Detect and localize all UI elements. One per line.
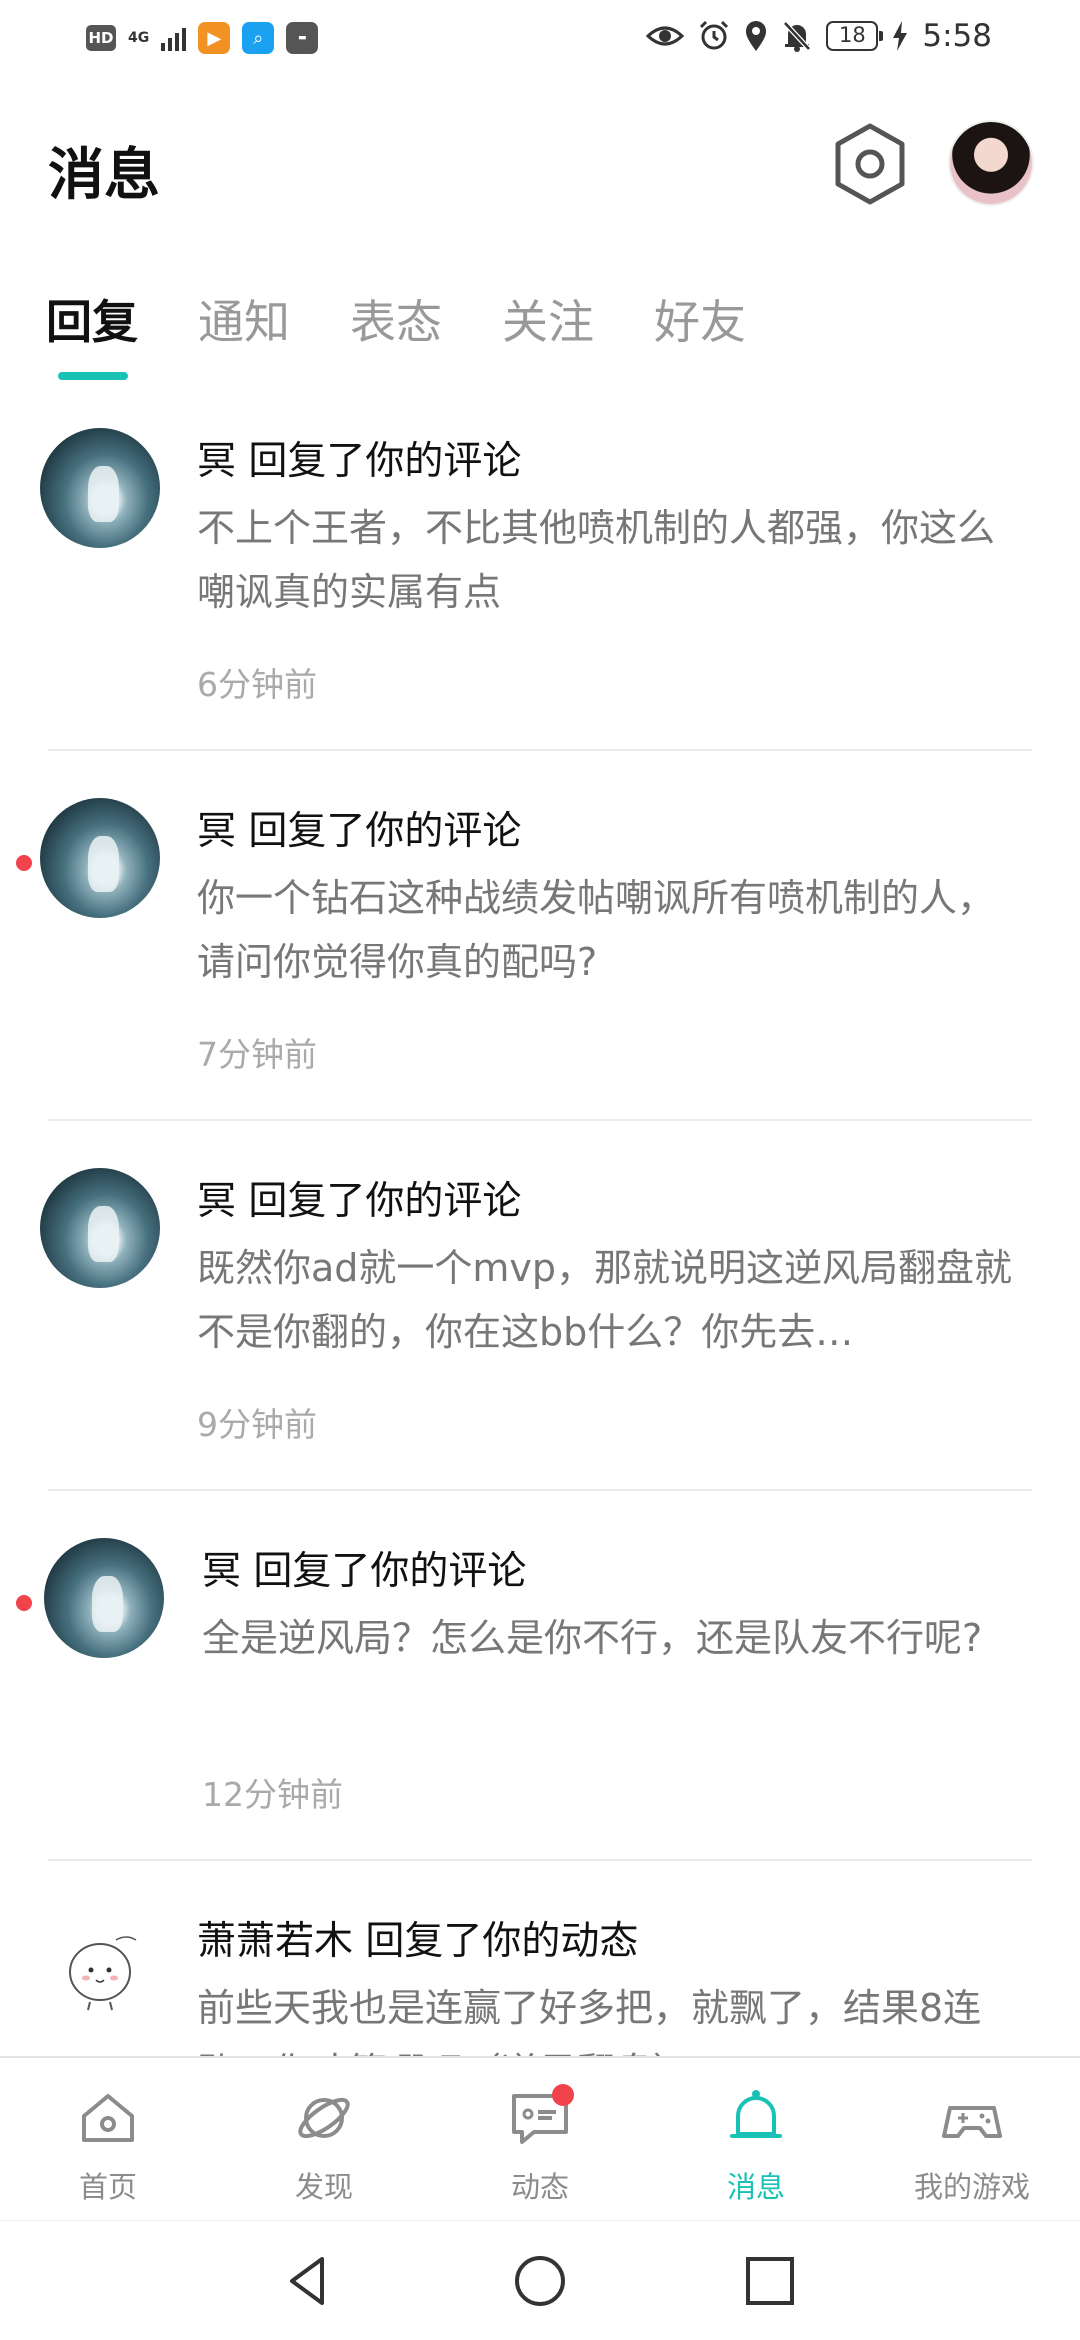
list-item[interactable]: 冥 回复了你的评论 全是逆风局？怎么是你不行，还是队友不行呢? 12分钟前	[0, 1510, 1080, 1880]
feed-badge	[552, 2084, 574, 2106]
message-body: 你一个钻石这种战绩发帖嘲讽所有喷机制的人，请问你觉得你真的配吗?	[197, 876, 996, 984]
recents-icon[interactable]	[740, 2251, 800, 2311]
divider	[48, 1119, 1032, 1121]
tab-friends[interactable]: 好友	[654, 286, 746, 352]
active-tab-indicator	[58, 372, 128, 380]
home-button-icon[interactable]	[510, 2251, 570, 2311]
home-icon	[82, 2094, 134, 2142]
message-header: 冥 回复了你的评论	[197, 439, 522, 484]
status-bar: HD 4G ▶ ⌕ ▬ 18 5:58	[0, 0, 1080, 84]
bottom-nav: 首页 发现 动态 消息 我的游戏	[0, 2056, 1080, 2220]
message-body: 前些天我也是连赢了好多把，就飘了，结果8连败，你才算哪吧（逆风翻盘）	[197, 1986, 982, 2056]
alarm-icon	[700, 20, 729, 50]
message-header: 冥 回复了你的评论	[197, 809, 522, 854]
battery-indicator: 18	[826, 21, 884, 51]
list-item[interactable]: 冥 回复了你的评论 你一个钻石这种战绩发帖嘲讽所有喷机制的人，请问你觉得你真的配…	[0, 770, 1080, 1140]
gamepad-icon	[942, 2106, 1002, 2138]
eye-icon	[646, 26, 685, 46]
status-right: 18 5:58	[646, 18, 992, 54]
nav-my-games-label: 我的游戏	[913, 2170, 1030, 2204]
system-nav-bar	[0, 2220, 1080, 2340]
unread-dot	[16, 1595, 32, 1611]
page-title: 消息	[48, 143, 160, 208]
nav-my-games[interactable]: 我的游戏	[864, 2058, 1080, 2220]
search-app-icon: ⌕	[242, 22, 275, 54]
planet-icon	[298, 2097, 350, 2139]
avatar[interactable]	[40, 798, 160, 918]
message-body: 既然你ad就一个mvp，那就说明这逆风局翻盘就不是你翻的，你在这bb什么？你先去…	[197, 1246, 1013, 1354]
avatar[interactable]	[44, 1538, 164, 1658]
nav-home[interactable]: 首页	[0, 2058, 216, 2220]
message-tabs: 回复 通知 表态 关注 好友	[46, 286, 806, 352]
back-icon[interactable]	[278, 2251, 338, 2311]
nav-messages[interactable]: 消息	[648, 2058, 864, 2220]
nav-discover[interactable]: 发现	[216, 2058, 432, 2220]
message-time: 12分钟前	[202, 1775, 343, 1814]
user-avatar[interactable]	[950, 122, 1032, 204]
list-item[interactable]: 萧萧若木 回复了你的动态 前些天我也是连赢了好多把，就飘了，结果8连败，你才算哪…	[0, 1880, 1080, 2056]
unread-dot	[16, 855, 32, 871]
cartoon-avatar[interactable]	[56, 1920, 148, 2012]
list-item[interactable]: 冥 回复了你的评论 不上个王者，不比其他喷机制的人都强，你这么嘲讽真的实属有点 …	[0, 400, 1080, 770]
tab-notifications[interactable]: 通知	[198, 286, 290, 352]
message-header: 冥 回复了你的评论	[197, 1179, 522, 1224]
nav-feed[interactable]: 动态	[432, 2058, 648, 2220]
message-body: 全是逆风局？怎么是你不行，还是队友不行呢?	[202, 1616, 983, 1660]
nav-discover-label: 发现	[294, 2170, 353, 2204]
tab-follows[interactable]: 关注	[502, 286, 594, 352]
clock: 5:58	[922, 18, 992, 54]
signal-icon	[161, 25, 187, 51]
nav-feed-label: 动态	[510, 2170, 569, 2204]
nav-home-label: 首页	[78, 2170, 137, 2204]
message-time: 7分钟前	[197, 1035, 317, 1074]
settings-icon[interactable]	[832, 122, 908, 206]
tab-replies[interactable]: 回复	[46, 286, 138, 352]
list-item[interactable]: 冥 回复了你的评论 既然你ad就一个mvp，那就说明这逆风局翻盘就不是你翻的，你…	[0, 1140, 1080, 1510]
divider	[48, 1859, 1032, 1861]
message-time: 6分钟前	[197, 665, 317, 704]
avatar[interactable]	[40, 428, 160, 548]
status-left: HD 4G ▶ ⌕ ▬	[86, 22, 319, 54]
hd-icon: HD	[86, 25, 116, 51]
message-header: 萧萧若木 回复了你的动态	[197, 1919, 639, 1964]
network-type: 4G	[128, 30, 150, 46]
tab-reactions[interactable]: 表态	[350, 286, 442, 352]
bell-icon	[730, 2090, 782, 2138]
message-body: 不上个王者，不比其他喷机制的人都强，你这么嘲讽真的实属有点	[197, 506, 996, 614]
location-icon	[746, 21, 767, 51]
charging-icon	[893, 21, 908, 51]
message-header: 冥 回复了你的评论	[202, 1549, 527, 1594]
divider	[48, 749, 1032, 751]
video-app-icon: ▶	[198, 22, 231, 54]
nav-messages-label: 消息	[726, 2170, 785, 2204]
divider	[48, 1489, 1032, 1491]
avatar[interactable]	[40, 1168, 160, 1288]
mute-bell-icon	[783, 21, 812, 52]
message-list: 冥 回复了你的评论 不上个王者，不比其他喷机制的人都强，你这么嘲讽真的实属有点 …	[0, 400, 1080, 2056]
huawei-app-icon: ▬	[286, 22, 319, 54]
message-time: 9分钟前	[197, 1405, 317, 1444]
